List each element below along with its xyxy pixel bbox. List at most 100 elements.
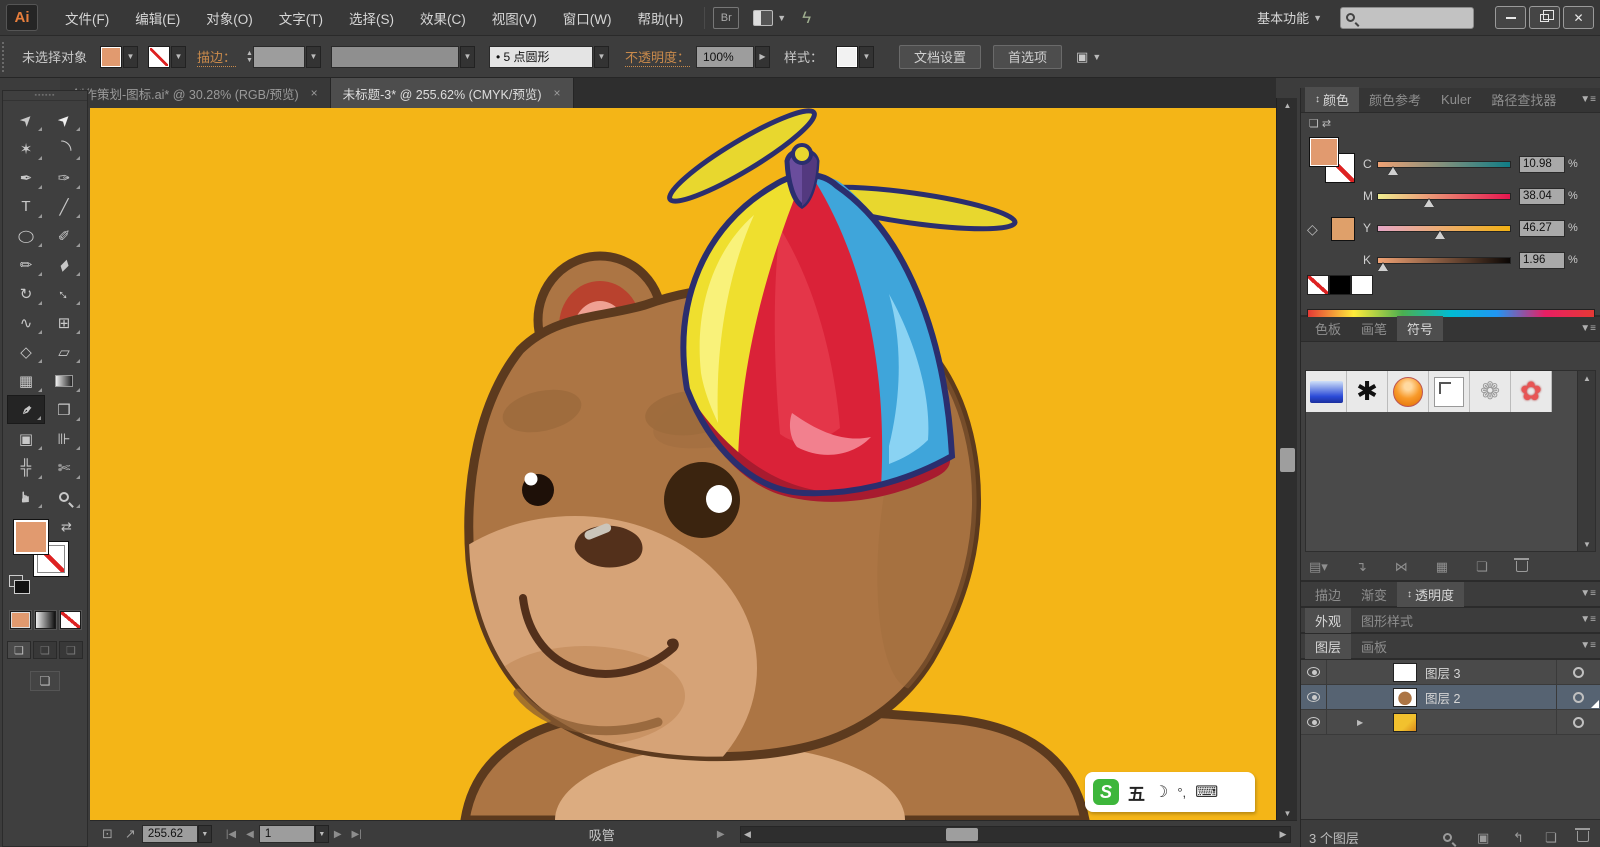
make-clipping-mask-icon[interactable]: ▣ xyxy=(1477,830,1489,846)
panel-menu-icon[interactable]: ▼≡ xyxy=(1580,640,1596,651)
menu-view[interactable]: 视图(V) xyxy=(479,8,550,28)
draw-normal-button[interactable]: ❏ xyxy=(7,641,31,659)
slider-handle[interactable] xyxy=(1378,262,1388,271)
chevron-down-icon[interactable]: ▼ xyxy=(305,45,321,68)
artboard-number-field[interactable]: 1 xyxy=(258,825,315,843)
chevron-down-icon[interactable]: ▼ xyxy=(859,45,874,68)
menu-help[interactable]: 帮助(H) xyxy=(624,8,696,28)
new-symbol-icon[interactable]: ❏ xyxy=(1476,559,1488,575)
scroll-down-icon[interactable]: ▼ xyxy=(1578,537,1596,551)
slider-handle[interactable] xyxy=(1424,198,1434,207)
column-graph-tool[interactable]: ⊪ xyxy=(45,424,83,453)
chevron-down-icon[interactable]: ▼ xyxy=(593,45,609,68)
shape-builder-tool[interactable]: ◇ xyxy=(7,337,45,366)
out-of-gamut-cube-icon[interactable]: ◇ xyxy=(1307,221,1318,238)
stroke-none-swatch[interactable] xyxy=(148,45,171,68)
selection-tool[interactable]: ➤ xyxy=(7,105,45,134)
layer-row-1[interactable]: ▶ xyxy=(1301,710,1600,735)
scroll-left-icon[interactable]: ◀ xyxy=(741,829,755,840)
status-share-icon[interactable]: ↗ xyxy=(125,826,136,842)
menu-edit[interactable]: 编辑(E) xyxy=(122,8,193,28)
mini-fill-stroke-icon[interactable]: ❏ ⇄ xyxy=(1309,117,1331,130)
tab-appearance[interactable]: 外观 xyxy=(1305,607,1352,633)
close-tab-icon[interactable]: × xyxy=(311,86,318,100)
target-cell[interactable] xyxy=(1556,660,1600,684)
delete-layer-icon[interactable] xyxy=(1575,828,1590,845)
pencil-tool[interactable]: ✏ xyxy=(7,250,45,279)
options-bar-grip[interactable] xyxy=(2,42,8,72)
status-screen-icon[interactable]: ⊡ xyxy=(102,826,113,842)
disclosure-icon[interactable]: ▶ xyxy=(1357,718,1363,727)
close-tab-icon[interactable]: × xyxy=(554,86,561,100)
black-swatch[interactable] xyxy=(1329,275,1351,295)
new-sublayer-icon[interactable]: ↰ xyxy=(1513,830,1524,846)
style-combo[interactable]: ▼ xyxy=(836,45,874,68)
opacity-link[interactable]: 不透明度： xyxy=(624,47,690,67)
tab-kuler[interactable]: Kuler xyxy=(1431,87,1481,112)
ime-punctuation-icon[interactable]: °, xyxy=(1177,785,1186,800)
chevron-down-icon[interactable]: ▼ xyxy=(171,45,187,68)
ime-toolbar[interactable]: S 五 ☽ °, ⌨ xyxy=(1085,772,1255,812)
yellow-slider[interactable] xyxy=(1377,224,1511,239)
symbol-twirl-ring[interactable]: ❁ xyxy=(1470,371,1511,412)
panel-menu-icon[interactable]: ▼≡ xyxy=(1580,614,1596,625)
mesh-tool[interactable]: ▦ xyxy=(7,366,45,395)
vertical-scrollbar[interactable]: ▲ ▼ xyxy=(1276,98,1297,820)
layer-row-2-selected[interactable]: 图层 2 xyxy=(1301,685,1600,710)
prev-artboard-icon[interactable]: ◀ xyxy=(246,829,254,840)
chevron-down-icon[interactable]: ▼ xyxy=(123,45,139,68)
ellipse-tool[interactable]: ◯ xyxy=(7,221,45,250)
zoom-tool[interactable] xyxy=(45,482,83,511)
eyedropper-tool[interactable]: ✒ xyxy=(7,395,45,424)
place-symbol-icon[interactable]: ↴ xyxy=(1356,559,1367,575)
symbol-blue-gradient-banner[interactable] xyxy=(1306,371,1347,412)
stroke-weight-select[interactable]: ▼ xyxy=(252,45,321,68)
cyan-value-field[interactable]: 10.98 xyxy=(1519,155,1565,173)
menu-object[interactable]: 对象(O) xyxy=(193,8,266,28)
opacity-input[interactable]: 100% ▶ xyxy=(695,45,770,68)
document-setup-button[interactable]: 文档设置 xyxy=(899,44,982,69)
layer-thumbnail[interactable] xyxy=(1393,687,1417,707)
tab-graphic-styles[interactable]: 图形样式 xyxy=(1351,608,1423,633)
scroll-down-icon[interactable]: ▼ xyxy=(1277,806,1298,820)
default-fill-stroke-icon[interactable] xyxy=(9,575,30,594)
type-tool[interactable]: T xyxy=(7,192,45,221)
menu-type[interactable]: 文字(T) xyxy=(266,8,336,28)
magenta-slider[interactable] xyxy=(1377,192,1511,207)
tab-symbols[interactable]: 符号 xyxy=(1397,316,1444,341)
canvas[interactable]: S 五 ☽ °, ⌨ xyxy=(90,108,1276,820)
tools-panel-grip[interactable]: ▪▪▪▪▪▪ xyxy=(3,91,87,101)
white-swatch[interactable] xyxy=(1351,275,1373,295)
direct-selection-tool[interactable]: ➤ xyxy=(45,105,83,134)
symbol-options-icon[interactable]: ▦ xyxy=(1436,559,1448,575)
tab-stroke[interactable]: 描边 xyxy=(1305,582,1351,607)
layer-name[interactable]: 图层 2 xyxy=(1425,688,1460,707)
panel-menu-icon[interactable]: ▼≡ xyxy=(1580,588,1596,599)
menu-select[interactable]: 选择(S) xyxy=(336,8,407,28)
break-link-icon[interactable]: ⋈ xyxy=(1395,559,1408,575)
symbol-registration-marks[interactable] xyxy=(1429,371,1470,412)
ime-keyboard-icon[interactable]: ⌨ xyxy=(1195,782,1218,802)
artboard-dropdown-icon[interactable]: ▼ xyxy=(314,825,329,843)
status-expand-icon[interactable]: ▶ xyxy=(717,829,725,840)
chevron-right-icon[interactable]: ▶ xyxy=(754,45,770,68)
tab-pathfinder[interactable]: 路径查找器 xyxy=(1481,87,1566,112)
restore-button[interactable] xyxy=(1529,6,1560,29)
yellow-value-field[interactable]: 46.27 xyxy=(1519,219,1565,237)
line-segment-tool[interactable]: ╱ xyxy=(45,192,83,221)
visibility-cell[interactable] xyxy=(1301,685,1327,709)
document-tab-active[interactable]: 未标题-3* @ 255.62% (CMYK/预览) × xyxy=(330,78,574,108)
zoom-level-field[interactable]: 255.62 xyxy=(141,825,198,843)
cyan-slider[interactable] xyxy=(1377,160,1511,175)
stroke-weight-stepper[interactable]: ▲ ▼ xyxy=(246,50,253,64)
slice-tool[interactable]: ✄ xyxy=(45,453,83,482)
panel-menu-icon[interactable]: ▼≡ xyxy=(1580,323,1596,334)
zoom-dropdown-icon[interactable]: ▼ xyxy=(197,825,212,843)
visibility-cell[interactable] xyxy=(1301,710,1327,734)
tab-swatches[interactable]: 色板 xyxy=(1305,316,1351,341)
menu-file[interactable]: 文件(F) xyxy=(52,8,122,28)
symbols-scrollbar[interactable]: ▲ ▼ xyxy=(1577,371,1595,551)
tab-brushes[interactable]: 画笔 xyxy=(1351,316,1397,341)
delete-symbol-icon[interactable] xyxy=(1513,557,1529,575)
black-slider[interactable] xyxy=(1377,256,1511,271)
